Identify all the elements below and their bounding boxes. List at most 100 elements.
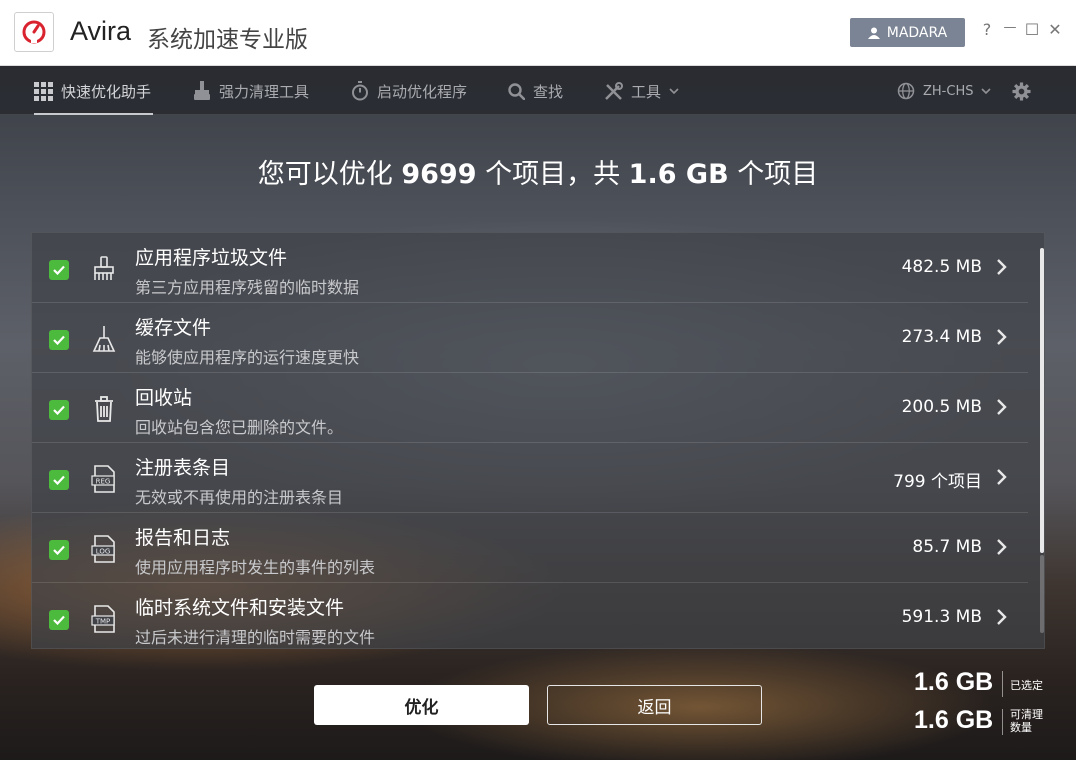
item-title: 报告和日志 <box>135 527 231 549</box>
main-nav: 快速优化助手 强力清理工具 启动优化程序 查找 工具 ZH-CHS <box>0 67 1076 115</box>
summary-divider <box>1002 671 1003 697</box>
checkbox[interactable] <box>49 470 69 490</box>
minimize-button[interactable]: — <box>1000 20 1020 35</box>
icon-text: REG <box>96 477 111 485</box>
language-label: ZH-CHS <box>923 83 974 99</box>
item-description: 使用应用程序时发生的事件的列表 <box>135 558 376 577</box>
active-tab-indicator <box>34 113 153 115</box>
item-title: 应用程序垃圾文件 <box>135 247 288 269</box>
checkbox[interactable] <box>49 330 69 350</box>
chevron-right-icon <box>997 469 1007 485</box>
cleanable-label: 可清理数量 <box>1010 708 1043 734</box>
tab-tools[interactable]: 工具 <box>604 67 679 115</box>
trash-icon <box>90 395 118 423</box>
chevron-right-icon <box>997 399 1007 415</box>
item-description: 能够使应用程序的运行速度更快 <box>135 348 360 367</box>
checkbox[interactable] <box>49 260 69 280</box>
tmp-file-icon: TMP <box>90 605 118 633</box>
tab-label: 工具 <box>631 82 662 101</box>
tab-powerful-cleaner[interactable]: 强力清理工具 <box>193 67 309 115</box>
headline-prefix: 您可以优化 <box>257 159 402 190</box>
user-account-button[interactable]: MADARA <box>850 18 965 47</box>
back-button[interactable]: 返回 <box>547 685 762 725</box>
list-item-recycle-bin[interactable]: 回收站 回收站包含您已删除的文件。 200.5 MB <box>32 373 1028 443</box>
grid-icon <box>34 81 53 101</box>
checkmark-icon <box>53 265 65 275</box>
tab-label: 快速优化助手 <box>61 82 152 101</box>
log-file-icon: LOG <box>90 535 118 563</box>
app-name: Avira <box>70 16 132 46</box>
checkbox[interactable] <box>49 400 69 420</box>
user-icon <box>867 27 880 39</box>
item-description: 过后未进行清理的临时需要的文件 <box>135 628 376 647</box>
list-item-registry[interactable]: REG 注册表条目 无效或不再使用的注册表条目 799 个项目 <box>32 443 1028 513</box>
help-button[interactable]: ? <box>977 20 997 39</box>
item-size: 591.3 MB <box>901 607 982 627</box>
tab-label: 查找 <box>533 82 564 101</box>
item-size: 273.4 MB <box>901 327 982 347</box>
item-size: 482.5 MB <box>901 257 982 277</box>
item-description: 无效或不再使用的注册表条目 <box>135 488 344 507</box>
headline-middle: 个项目，共 <box>476 159 629 190</box>
checkmark-icon <box>53 475 65 485</box>
user-name: MADARA <box>886 24 948 41</box>
selected-size: 1.6 GB <box>914 668 994 696</box>
checkmark-icon <box>53 615 65 625</box>
checkmark-icon <box>53 335 65 345</box>
item-size: 200.5 MB <box>901 397 982 417</box>
tab-label: 强力清理工具 <box>219 82 310 101</box>
vacuum-icon <box>194 81 210 100</box>
brush-icon <box>90 255 118 283</box>
title-bar: Avira 系统加速专业版 MADARA ? — ☐ ✕ <box>0 0 1076 66</box>
checkmark-icon <box>53 405 65 415</box>
avira-logo-icon <box>14 12 54 52</box>
chevron-right-icon <box>997 539 1007 555</box>
item-size: 85.7 MB <box>912 537 982 557</box>
headline-count: 9699 <box>401 159 477 190</box>
close-button[interactable]: ✕ <box>1045 20 1065 39</box>
item-title: 缓存文件 <box>135 317 212 339</box>
optimize-button[interactable]: 优化 <box>314 685 529 725</box>
tab-search[interactable]: 查找 <box>508 67 563 115</box>
chevron-right-icon <box>997 609 1007 625</box>
list-item-app-junk[interactable]: 应用程序垃圾文件 第三方应用程序残留的临时数据 482.5 MB <box>32 233 1028 303</box>
checkmark-icon <box>53 545 65 555</box>
globe-icon <box>897 82 915 100</box>
tab-quick-optimize[interactable]: 快速优化助手 <box>34 67 151 115</box>
item-title: 回收站 <box>135 387 193 409</box>
reg-file-icon: REG <box>90 465 118 493</box>
app-subtitle: 系统加速专业版 <box>147 27 308 53</box>
checkbox[interactable] <box>49 540 69 560</box>
tab-label: 启动优化程序 <box>377 82 468 101</box>
icon-text: TMP <box>95 617 111 625</box>
icon-text: LOG <box>96 547 111 555</box>
tab-startup-optimizer[interactable]: 启动优化程序 <box>351 67 467 115</box>
headline-size: 1.6 GB <box>628 159 729 190</box>
search-icon <box>508 82 525 100</box>
list-item-temp-files[interactable]: TMP 临时系统文件和安装文件 过后未进行清理的临时需要的文件 591.3 MB <box>32 583 1028 648</box>
cleanable-size: 1.6 GB <box>914 706 994 734</box>
item-title: 临时系统文件和安装文件 <box>135 597 345 619</box>
summary-divider <box>1002 709 1003 735</box>
gear-icon <box>1012 81 1031 101</box>
item-size: 799 个项目 <box>893 472 982 492</box>
language-selector[interactable]: ZH-CHS <box>897 67 992 115</box>
list-item-cache[interactable]: 缓存文件 能够使应用程序的运行速度更快 273.4 MB <box>32 303 1028 373</box>
broom-icon <box>90 325 118 353</box>
chevron-down-icon <box>669 87 679 94</box>
item-title: 注册表条目 <box>135 457 231 479</box>
checkbox[interactable] <box>49 610 69 630</box>
settings-button[interactable] <box>1012 67 1031 115</box>
selected-label: 已选定 <box>1010 679 1043 692</box>
list-scrollbar[interactable] <box>1040 248 1044 553</box>
item-description: 回收站包含您已删除的文件。 <box>135 418 344 437</box>
optimization-list: 应用程序垃圾文件 第三方应用程序残留的临时数据 482.5 MB 缓存文件 能够… <box>31 232 1045 649</box>
chevron-down-icon <box>981 87 992 94</box>
chevron-right-icon <box>997 259 1007 275</box>
headline-suffix: 个项目 <box>728 159 819 190</box>
item-description: 第三方应用程序残留的临时数据 <box>135 278 360 297</box>
maximize-button[interactable]: ☐ <box>1022 20 1042 39</box>
scrollbar-track[interactable] <box>1040 555 1044 633</box>
chevron-right-icon <box>997 329 1007 345</box>
list-item-logs[interactable]: LOG 报告和日志 使用应用程序时发生的事件的列表 85.7 MB <box>32 513 1028 583</box>
